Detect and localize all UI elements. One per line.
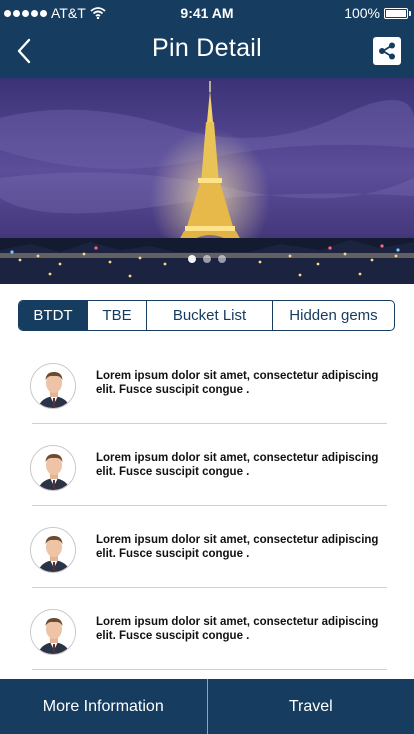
list-item[interactable]: Lorem ipsum dolor sit amet, consectetur …: [0, 588, 414, 670]
item-text-line-2: elit. Fusce suscipit congue .: [96, 466, 250, 478]
more-information-button[interactable]: More Information: [0, 679, 208, 734]
avatar: [30, 363, 76, 409]
page-title: Pin Detail: [152, 34, 262, 62]
pager-dot-1[interactable]: [188, 255, 196, 263]
list-item[interactable]: Lorem ipsum dolor sit amet, consectetur …: [0, 506, 414, 588]
battery-percent: 100%: [344, 5, 380, 21]
pin-comment-list: Lorem ipsum dolor sit amet, consectetur …: [0, 342, 414, 670]
item-text-line-1: Lorem ipsum dolor sit amet, consectetur …: [96, 534, 379, 546]
avatar: [30, 445, 76, 491]
tab-tbe[interactable]: TBE: [87, 301, 146, 330]
tab-btdt[interactable]: BTDT: [19, 301, 87, 330]
divider: [32, 669, 387, 670]
share-icon: [379, 42, 395, 60]
carousel-pager[interactable]: [0, 255, 414, 263]
pager-dot-2[interactable]: [203, 255, 211, 263]
user-avatar-image: [31, 446, 75, 490]
eiffel-tower-night-image: [0, 78, 414, 284]
hero-image-carousel[interactable]: [0, 78, 414, 284]
avatar: [30, 609, 76, 655]
status-bar: AT&T 9:41 AM 100%: [0, 0, 414, 26]
list-item[interactable]: Lorem ipsum dolor sit amet, consectetur …: [0, 424, 414, 506]
item-text: Lorem ipsum dolor sit amet, consectetur …: [96, 451, 386, 479]
app-header: AT&T 9:41 AM 100% Pin Detail: [0, 0, 414, 78]
item-text-line-2: elit. Fusce suscipit congue .: [96, 630, 250, 642]
bottom-action-bar: More Information Travel: [0, 679, 414, 734]
item-text: Lorem ipsum dolor sit amet, consectetur …: [96, 533, 386, 561]
item-text-line-2: elit. Fusce suscipit congue .: [96, 384, 250, 396]
user-avatar-image: [31, 610, 75, 654]
item-text-line-2: elit. Fusce suscipit congue .: [96, 548, 250, 560]
item-text-line-1: Lorem ipsum dolor sit amet, consectetur …: [96, 452, 379, 464]
share-button[interactable]: [373, 37, 401, 65]
tab-hidden-gems[interactable]: Hidden gems: [272, 301, 394, 330]
user-avatar-image: [31, 528, 75, 572]
tab-bucket-list[interactable]: Bucket List: [146, 301, 272, 330]
list-item[interactable]: Lorem ipsum dolor sit amet, consectetur …: [0, 342, 414, 424]
item-text: Lorem ipsum dolor sit amet, consectetur …: [96, 615, 386, 643]
pager-dot-3[interactable]: [218, 255, 226, 263]
travel-button[interactable]: Travel: [208, 679, 414, 734]
battery-icon: [384, 7, 411, 19]
item-text: Lorem ipsum dolor sit amet, consectetur …: [96, 369, 386, 397]
item-text-line-1: Lorem ipsum dolor sit amet, consectetur …: [96, 616, 379, 628]
item-text-line-1: Lorem ipsum dolor sit amet, consectetur …: [96, 370, 379, 382]
avatar: [30, 527, 76, 573]
user-avatar-image: [31, 364, 75, 408]
battery-group: 100%: [344, 5, 411, 21]
category-tabs: BTDT TBE Bucket List Hidden gems: [18, 300, 395, 331]
